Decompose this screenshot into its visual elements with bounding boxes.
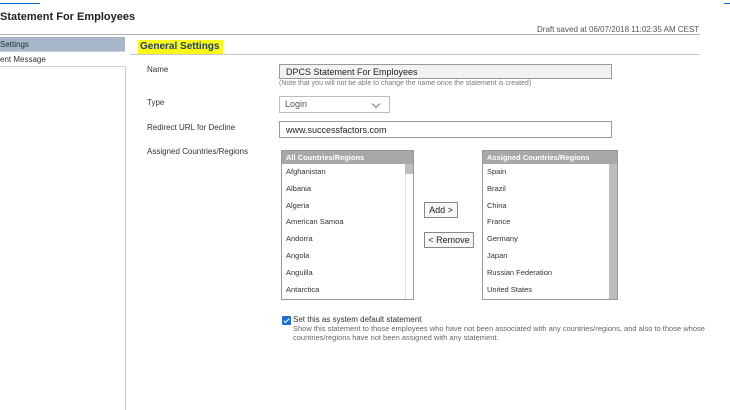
assigned-countries-header: Assigned Countries/Regions (483, 151, 617, 164)
header-divider (0, 34, 700, 35)
default-statement-label: Set this as system default statement (293, 315, 422, 324)
top-left-link[interactable] (0, 0, 40, 4)
name-label: Name (147, 65, 169, 74)
add-button[interactable]: Add > (424, 202, 458, 218)
nav-item-settings[interactable]: Settings (0, 37, 125, 52)
name-note: (Note that you will not be able to chang… (279, 80, 532, 87)
list-item[interactable]: Albania (282, 181, 413, 198)
default-statement-checkbox[interactable] (282, 316, 291, 325)
type-label: Type (147, 98, 165, 107)
remove-button[interactable]: < Remove (424, 232, 474, 248)
default-statement-description: Show this statement to those employees w… (293, 324, 705, 342)
section-divider (130, 54, 700, 55)
draft-status: Draft saved at 06/07/2018 11:02:35 AM CE… (537, 25, 700, 34)
all-countries-header: All Countries/Regions (282, 151, 413, 164)
list-item[interactable]: Andorra (282, 231, 413, 248)
type-select[interactable]: Login (279, 96, 390, 113)
assigned-countries-scrollbar[interactable] (609, 164, 617, 299)
list-item[interactable]: Russian Federation (483, 265, 617, 282)
redirect-url-input[interactable]: www.successfactors.com (279, 121, 612, 138)
list-item[interactable]: Afghanistan (282, 164, 413, 181)
top-right-link[interactable] (724, 0, 730, 4)
all-countries-scroll-thumb[interactable] (405, 164, 413, 174)
type-select-value: Login (285, 99, 308, 109)
list-item[interactable]: China (483, 198, 617, 215)
section-title: General Settings (138, 40, 224, 54)
list-item[interactable]: Angola (282, 248, 413, 265)
list-item[interactable]: Antarctica (282, 282, 413, 299)
list-item[interactable]: Japan (483, 248, 617, 265)
countries-label: Assigned Countries/Regions (147, 147, 248, 156)
nav-item-message[interactable]: ent Message (0, 52, 125, 67)
assigned-countries-list[interactable]: Assigned Countries/Regions Spain Brazil … (482, 150, 618, 300)
list-item[interactable]: United States (483, 282, 617, 299)
list-item[interactable]: Germany (483, 231, 617, 248)
redirect-url-label: Redirect URL for Decline (147, 123, 236, 132)
list-item[interactable]: Brazil (483, 181, 617, 198)
left-nav: Settings ent Message (0, 37, 125, 67)
name-field: DPCS Statement For Employees (279, 64, 612, 79)
list-item[interactable]: France (483, 214, 617, 231)
list-item[interactable]: Spain (483, 164, 617, 181)
list-item[interactable]: Algeria (282, 198, 413, 215)
all-countries-scrollbar[interactable] (405, 164, 413, 299)
nav-panel-border (0, 67, 126, 410)
all-countries-list[interactable]: All Countries/Regions Afghanistan Albani… (281, 150, 414, 300)
page-title: Statement For Employees (0, 11, 136, 23)
list-item[interactable]: American Samoa (282, 214, 413, 231)
list-item[interactable]: Anguilla (282, 265, 413, 282)
chevron-down-icon (371, 99, 381, 109)
